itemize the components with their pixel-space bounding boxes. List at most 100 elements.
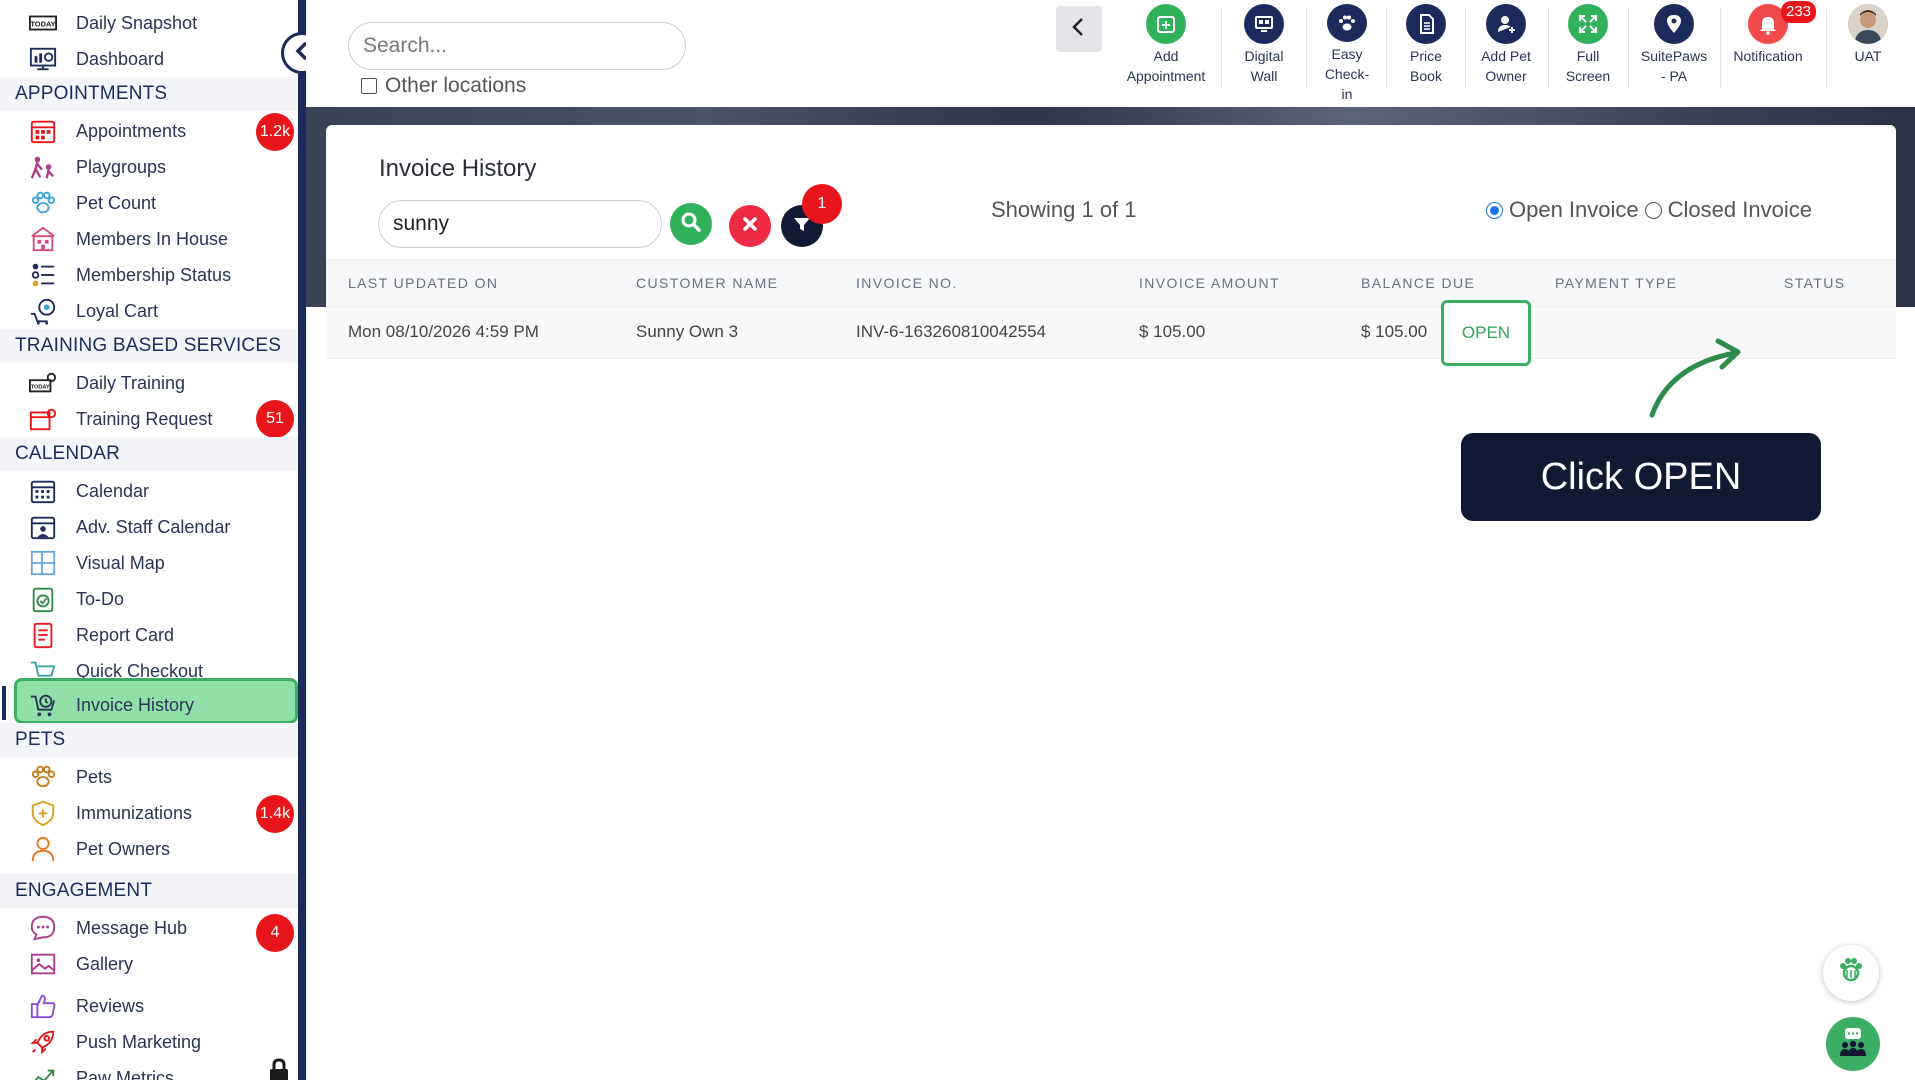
invoice-history-card: Invoice History 1 Showing 1 of 1 Open In… [326, 125, 1896, 1072]
person-icon [28, 834, 58, 864]
sidebar-item-dashboard[interactable]: Dashboard [28, 41, 164, 77]
sidebar-item-pet-owners[interactable]: Pet Owners [28, 831, 170, 867]
result-count: Showing 1 of 1 [991, 197, 1137, 222]
sidebar-item-push-marketing[interactable]: Push Marketing [28, 1024, 201, 1060]
sidebar-item-label: Dashboard [76, 48, 165, 69]
notification-button[interactable]: 233 Notification [1724, 1, 1817, 104]
sidebar-item-label: Appointments [76, 120, 187, 141]
sidebar-item-immunizations[interactable]: Immunizations [28, 795, 192, 831]
price-book-label-1: Price [1410, 48, 1442, 64]
sidebar-item-report-card[interactable]: Report Card [28, 617, 174, 653]
sidebar-item-label: Daily Training [76, 372, 186, 393]
cell-invoice-no: INV-6-163260810042554 [856, 322, 1046, 341]
message-hub-badge: 4 [256, 914, 294, 952]
search-button[interactable] [670, 203, 712, 245]
staff-calendar-icon [28, 512, 58, 542]
add-pet-owner-button[interactable]: Add Pet Owner [1468, 4, 1544, 104]
sidebar-item-label: Daily Snapshot [76, 12, 198, 33]
paw-assistant-button[interactable] [1823, 945, 1879, 1001]
sidebar-item-reviews[interactable]: Reviews [28, 988, 144, 1024]
sidebar-item-label: Gallery [76, 953, 134, 974]
sidebar-item-daily-training[interactable]: TODAY Daily Training [28, 365, 185, 401]
notification-label: Notification [1733, 48, 1803, 64]
paw-icon [28, 762, 58, 792]
calendar-grid-icon [28, 116, 58, 146]
digital-wall-button[interactable]: Digital Wall [1226, 4, 1302, 104]
sidebar-item-paw-metrics[interactable]: Paw Metrics [28, 1060, 174, 1080]
column-header-customer-name[interactable]: CUSTOMER NAME [636, 275, 778, 291]
closed-invoice-radio[interactable] [1644, 201, 1662, 219]
sidebar-item-label: Pet Count [76, 192, 157, 213]
column-header-status[interactable]: STATUS [1784, 275, 1846, 291]
sidebar-item-loyal-cart[interactable]: Loyal Cart [28, 293, 158, 329]
status-open-button[interactable]: OPEN [1441, 300, 1531, 366]
sidebar-item-label: To-Do [76, 588, 125, 609]
toolbar-separator [1221, 8, 1222, 88]
floor-map-icon [28, 548, 58, 578]
sidebar-item-playgroups[interactable]: Playgroups [28, 149, 166, 185]
toolbar-separator [1386, 8, 1387, 88]
suitepaws-label-2: - PA [1660, 68, 1688, 84]
column-header-payment-type[interactable]: PAYMENT TYPE [1555, 275, 1677, 291]
sidebar-item-adv-staff-calendar[interactable]: Adv. Staff Calendar [28, 509, 230, 545]
sidebar-item-daily-snapshot[interactable]: TODAY Daily Snapshot [28, 5, 197, 41]
sidebar-item-visual-map[interactable]: Visual Map [28, 545, 165, 581]
sidebar-rail [298, 0, 306, 1080]
rocket-icon [28, 1027, 58, 1057]
add-user-icon [1486, 4, 1526, 44]
column-header-invoice-amount[interactable]: INVOICE AMOUNT [1139, 275, 1280, 291]
section-training: TRAINING BASED SERVICES [0, 329, 298, 363]
sidebar-item-message-hub[interactable]: Message Hub [28, 910, 187, 946]
open-invoice-radio[interactable] [1486, 201, 1503, 219]
checkbox-box[interactable] [361, 78, 377, 94]
search-input[interactable] [348, 22, 686, 70]
column-header-invoice-no[interactable]: INVOICE NO. [856, 275, 958, 291]
cell-customer-name: Sunny Own 3 [636, 322, 739, 341]
sidebar-item-members-in-house[interactable]: Members In House [28, 221, 228, 257]
thumbs-up-icon [28, 991, 58, 1021]
invoice-search-input[interactable] [378, 200, 662, 248]
sidebar-item-training-request[interactable]: Training Request [28, 401, 212, 437]
add-appointment-button[interactable]: Add Appointment [1108, 4, 1224, 104]
sidebar-item-membership-status[interactable]: Membership Status [28, 257, 231, 293]
column-header-balance-due[interactable]: BALANCE DUE [1361, 275, 1475, 291]
chevron-left-icon [1068, 16, 1090, 43]
price-book-button[interactable]: Price Book [1391, 4, 1461, 104]
easy-check-in-button[interactable]: Easy Check- in [1311, 4, 1383, 104]
column-header-last-updated[interactable]: LAST UPDATED ON [348, 275, 498, 291]
section-appointments: APPOINTMENTS [0, 77, 298, 111]
open-invoice-label: Open Invoice [1509, 197, 1639, 222]
toolbar-separator [1306, 8, 1307, 88]
close-icon [738, 212, 762, 241]
sidebar-item-calendar[interactable]: Calendar [28, 473, 149, 509]
suitepaws-location-button[interactable]: SuitePaws - PA [1632, 4, 1716, 104]
location-pin-icon [1654, 4, 1694, 44]
appointments-badge: 1.2k [256, 113, 294, 151]
sidebar-item-label: Visual Map [76, 552, 165, 573]
cell-balance-due: $ 105.00 [1361, 322, 1428, 341]
sidebar-item-pet-count[interactable]: Pet Count [28, 185, 156, 221]
list-status-icon [28, 260, 58, 290]
sidebar-item-label: Message Hub [76, 917, 188, 938]
sidebar-item-label: Training Request [76, 408, 213, 429]
sidebar-item-label: Adv. Staff Calendar [76, 516, 231, 537]
section-pets: PETS [0, 723, 298, 757]
sidebar-item-label: Members In House [76, 228, 229, 249]
house-icon [28, 224, 58, 254]
group-chat-icon [1836, 1025, 1870, 1064]
sidebar-item-appointments[interactable]: Appointments [28, 113, 186, 149]
sidebar-item-pets[interactable]: Pets [28, 759, 112, 795]
sidebar-item-label: Calendar [76, 480, 150, 501]
sidebar-item-gallery[interactable]: Gallery [28, 946, 133, 982]
full-screen-button[interactable]: Full Screen [1552, 4, 1624, 104]
easy-check-in-label-1: Easy [1331, 46, 1363, 62]
support-chat-button[interactable] [1826, 1017, 1880, 1071]
sidebar-item-to-do[interactable]: To-Do [28, 581, 124, 617]
back-button[interactable] [1056, 6, 1102, 52]
other-locations-checkbox[interactable]: Other locations [361, 74, 526, 98]
sidebar-item-invoice-history[interactable]: Invoice History [28, 687, 194, 723]
notification-count-badge: 233 [1781, 1, 1817, 23]
clear-search-button[interactable] [729, 205, 771, 247]
user-account-button[interactable]: UAT [1840, 4, 1896, 104]
cart-history-icon [28, 690, 58, 720]
